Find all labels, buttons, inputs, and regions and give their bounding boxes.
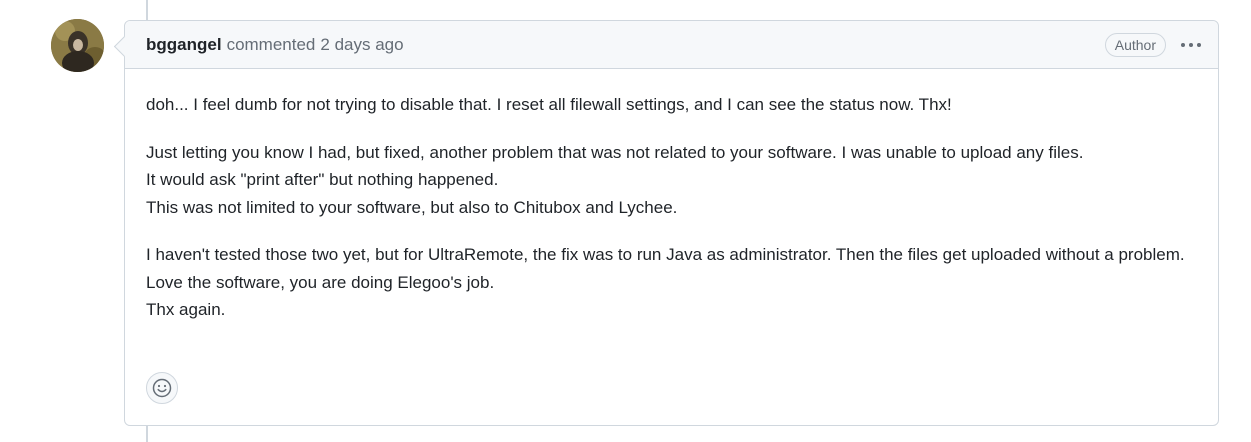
author-badge: Author [1104, 32, 1166, 57]
text-line: Thx again. [146, 300, 226, 319]
paragraph: I haven't tested those two yet, but for … [146, 241, 1197, 324]
kebab-dot [1189, 42, 1193, 47]
timestamp-link[interactable]: 2 days ago [320, 35, 403, 55]
text-line: I haven't tested those two yet, but for … [146, 245, 1185, 264]
avatar[interactable] [51, 19, 104, 72]
commented-label: commented [226, 34, 316, 54]
add-reaction-button[interactable] [146, 372, 178, 404]
header-actions: Author [1104, 32, 1206, 58]
text-line: Just letting you know I had, but fixed, … [146, 142, 1084, 162]
text-line: This was not limited to your software, b… [146, 197, 678, 217]
kebab-dot [1197, 42, 1201, 47]
comment-body: doh... I feel dumb for not trying to dis… [125, 69, 1218, 324]
kebab-dot [1181, 42, 1185, 47]
comment-header: bggangel commented 2 days ago Author [125, 21, 1218, 69]
paragraph: Just letting you know I had, but fixed, … [146, 139, 1197, 222]
kebab-horizontal-icon[interactable] [1176, 32, 1206, 58]
text-line: It would ask "print after" but nothing h… [146, 170, 499, 189]
text-line: Love the software, you are doing Elegoo'… [146, 272, 495, 292]
text-line: doh... I feel dumb for not trying to dis… [146, 95, 952, 114]
paragraph: doh... I feel dumb for not trying to dis… [146, 91, 1197, 119]
author-link[interactable]: bggangel [146, 35, 222, 55]
comment-box: bggangel commented 2 days ago Author doh… [124, 20, 1219, 426]
smiley-icon [152, 378, 172, 398]
